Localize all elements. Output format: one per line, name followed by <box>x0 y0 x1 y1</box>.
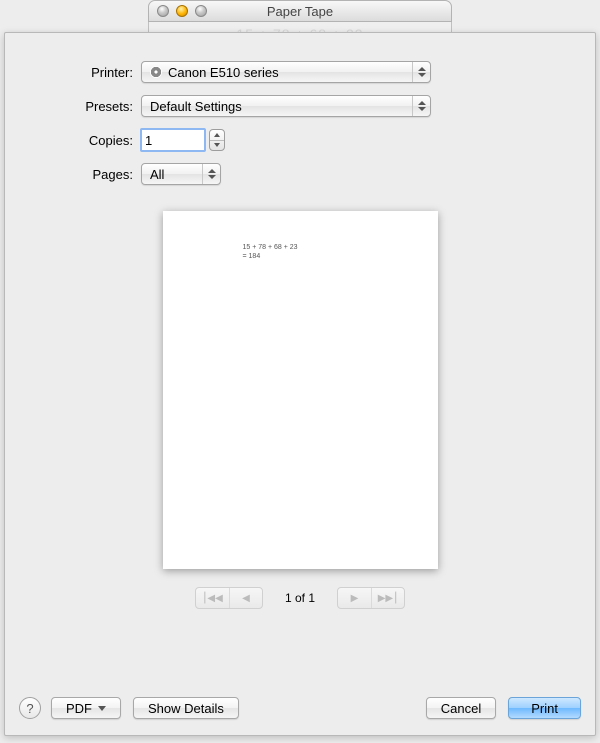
cancel-button[interactable]: Cancel <box>426 697 496 719</box>
printer-value: Canon E510 series <box>168 65 279 80</box>
preview-nav: ⎮◀◀ ◀ 1 of 1 ▶ ▶▶⎮ <box>5 587 595 609</box>
stepper-up-icon[interactable] <box>210 130 224 141</box>
tape-line: = 184 <box>187 252 414 261</box>
pages-popup[interactable]: All <box>141 163 221 185</box>
show-details-label: Show Details <box>148 701 224 716</box>
copies-label: Copies: <box>5 133 141 148</box>
copies-input[interactable] <box>141 129 205 151</box>
presets-label: Presets: <box>5 99 141 114</box>
printer-popup[interactable]: Canon E510 series <box>141 61 431 83</box>
presets-row: Presets: Default Settings <box>5 95 595 117</box>
page-preview: 15 + 78 + 68 + 23 = 184 <box>163 211 438 569</box>
prev-page-icon[interactable]: ◀ <box>229 588 262 608</box>
print-dialog-window: Paper Tape 15 + 78 + 68 + 23 Printer: Ca… <box>0 0 600 743</box>
bottom-bar: ? PDF Show Details Cancel Print <box>5 681 595 735</box>
printer-row: Printer: Canon E510 series <box>5 61 595 83</box>
cancel-label: Cancel <box>441 701 481 716</box>
copies-stepper[interactable] <box>209 129 225 151</box>
preview-area: 15 + 78 + 68 + 23 = 184 <box>5 211 595 569</box>
page-indicator: 1 of 1 <box>285 591 315 605</box>
caret-down-icon <box>98 706 106 711</box>
presets-popup[interactable]: Default Settings <box>141 95 431 117</box>
print-button[interactable]: Print <box>508 697 581 719</box>
printer-label: Printer: <box>5 65 141 80</box>
chevron-updown-icon <box>412 96 430 116</box>
stepper-down-icon[interactable] <box>210 141 224 151</box>
last-page-icon[interactable]: ▶▶⎮ <box>371 588 404 608</box>
pdf-button[interactable]: PDF <box>51 697 121 719</box>
print-label: Print <box>531 701 558 716</box>
pages-row: Pages: All <box>5 163 595 185</box>
chevron-updown-icon <box>412 62 430 82</box>
print-sheet: Printer: Canon E510 series Presets: Defa… <box>4 32 596 736</box>
preview-nav-forward: ▶ ▶▶⎮ <box>337 587 405 609</box>
window-title: Paper Tape <box>149 4 451 19</box>
show-details-button[interactable]: Show Details <box>133 697 239 719</box>
pages-label: Pages: <box>5 167 141 182</box>
pdf-button-label: PDF <box>66 701 92 716</box>
titlebar: Paper Tape <box>148 0 452 22</box>
next-page-icon[interactable]: ▶ <box>338 588 371 608</box>
presets-value: Default Settings <box>150 99 242 114</box>
copies-row: Copies: <box>5 129 595 151</box>
help-button[interactable]: ? <box>19 697 41 719</box>
pages-value: All <box>150 167 164 182</box>
printer-icon <box>150 66 162 78</box>
print-form: Printer: Canon E510 series Presets: Defa… <box>5 33 595 185</box>
tape-line: 15 + 78 + 68 + 23 <box>187 243 414 252</box>
preview-nav-back: ⎮◀◀ ◀ <box>195 587 263 609</box>
chevron-updown-icon <box>202 164 220 184</box>
first-page-icon[interactable]: ⎮◀◀ <box>196 588 229 608</box>
